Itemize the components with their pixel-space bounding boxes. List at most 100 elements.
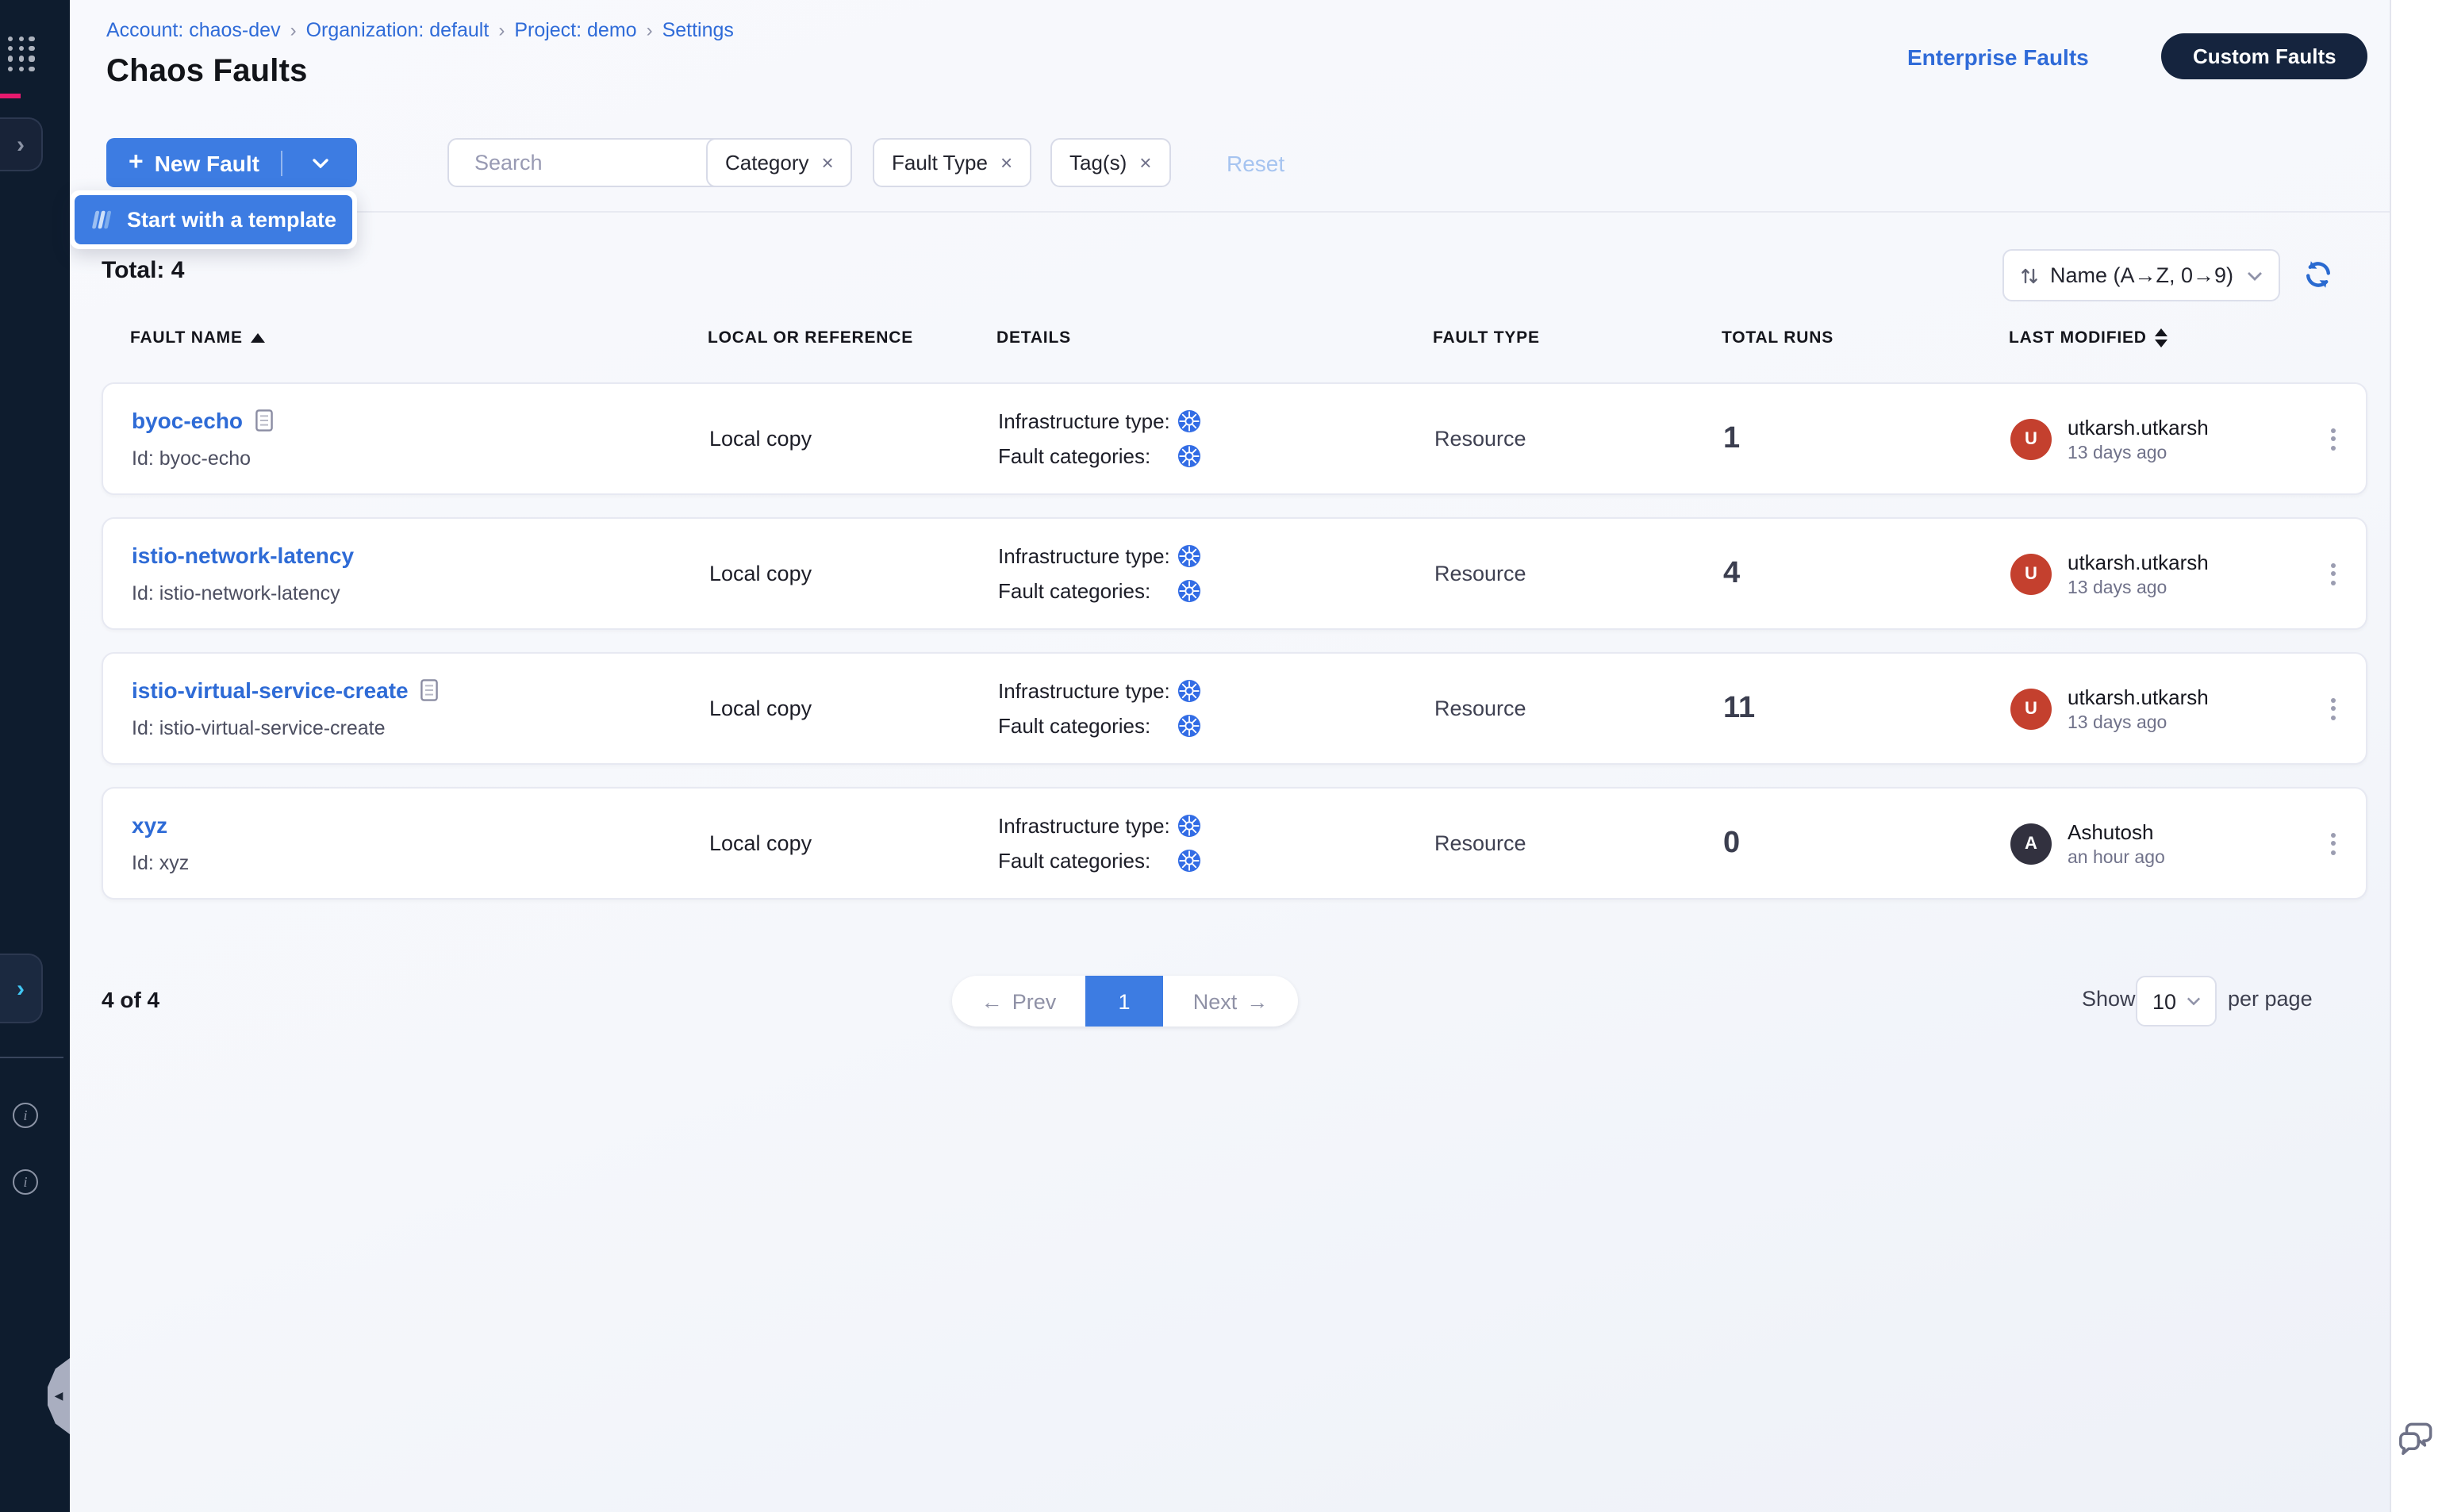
template-icon [89,208,113,232]
modified-time: 13 days ago [2068,578,2209,597]
modified-time: an hour ago [2068,848,2165,867]
breadcrumb-settings-link[interactable]: Settings [662,19,734,41]
chevron-down-icon [2247,271,2263,280]
sort-asc-icon [251,333,265,343]
chevron-separator-icon: › [498,19,505,41]
fault-name-link[interactable]: istio-virtual-service-create [132,677,409,703]
arrow-right-icon: → [1246,989,1268,1013]
fault-name-link[interactable]: istio-network-latency [132,543,354,568]
page-title: Chaos Faults [106,54,308,90]
toolbar-divider [70,211,2390,213]
chevron-down-icon [2186,996,2200,1006]
nav-expand-top-button[interactable]: › [0,117,43,171]
column-header-details: DETAILS [996,328,1433,347]
filter-chip-tags[interactable]: Tag(s) × [1050,138,1170,187]
fault-type-value: Resource [1434,831,1526,855]
left-nav-rail: › › i i ◀ [0,0,70,1512]
local-or-reference-value: Local copy [709,697,812,720]
kubernetes-icon [1177,579,1201,603]
nav-expand-bottom-button[interactable]: › [0,954,43,1023]
support-chat-icon[interactable] [2396,1417,2439,1468]
row-menu-kebab-icon[interactable] [2324,826,2341,861]
row-menu-kebab-icon[interactable] [2324,691,2341,726]
breadcrumb-project-link[interactable]: Project: demo [514,19,636,41]
kubernetes-icon [1177,544,1201,568]
fault-categories-label: Fault categories: [998,714,1177,738]
new-fault-dropdown-toggle[interactable] [283,158,357,167]
start-with-template-menu-item[interactable]: Start with a template [75,195,352,244]
kubernetes-icon [1177,679,1201,703]
fault-name-link[interactable]: xyz [132,812,167,838]
show-label: Show [2082,987,2136,1011]
sort-dropdown[interactable]: Name (A→Z, 0→9) [2002,249,2280,301]
table-row: xyz Id: xyz Local copy Infrastructure ty… [102,787,2367,900]
table-row: byoc-echo Id: byoc-echo Local copy Infra… [102,382,2367,495]
page-number-button[interactable]: 1 [1085,976,1163,1027]
sidebar-collapse-handle[interactable]: ◀ [48,1358,70,1434]
custom-faults-button[interactable]: Custom Faults [2161,33,2368,79]
kubernetes-icon [1177,814,1201,838]
chevron-separator-icon: › [290,19,297,41]
triangle-left-icon: ◀ [55,1391,63,1402]
modified-by: utkarsh.utkarsh [2068,550,2209,574]
fault-id: Id: istio-network-latency [132,582,340,604]
prev-page-button[interactable]: ← Prev [952,976,1085,1027]
chevron-right-icon: › [17,132,25,156]
avatar: U [2010,418,2052,459]
refresh-button[interactable] [2302,259,2334,290]
app-launcher-icon[interactable] [8,36,35,71]
fault-id: Id: byoc-echo [132,447,251,470]
enterprise-faults-link[interactable]: Enterprise Faults [1907,44,2089,70]
per-page-label: per page [2228,987,2313,1011]
column-header-last-modified[interactable]: LAST MODIFIED [2009,328,2298,347]
description-icon[interactable] [421,679,439,701]
row-menu-kebab-icon[interactable] [2324,421,2341,456]
app-window: › › i i ◀ Account: chaos-dev › Organizat… [0,0,2442,1512]
column-header-fault-name[interactable]: FAULT NAME [130,328,708,347]
sidebar-divider [0,1057,63,1058]
fault-categories-label: Fault categories: [998,849,1177,873]
close-icon[interactable]: × [822,152,834,173]
plus-icon: + [129,150,144,175]
infrastructure-type-label: Infrastructure type: [998,409,1177,433]
info-icon[interactable]: i [13,1103,38,1128]
breadcrumb-organization-link[interactable]: Organization: default [306,19,490,41]
local-or-reference-value: Local copy [709,562,812,585]
modified-by: utkarsh.utkarsh [2068,685,2209,708]
total-runs-value: 11 [1723,691,1755,726]
infrastructure-type-label: Infrastructure type: [998,814,1177,838]
table-row: istio-virtual-service-create Id: istio-v… [102,652,2367,765]
chevron-down-icon [312,158,328,167]
breadcrumb-account-link[interactable]: Account: chaos-dev [106,19,281,41]
next-page-button[interactable]: Next → [1163,976,1298,1027]
arrow-left-icon: ← [981,989,1003,1013]
fault-type-value: Resource [1434,562,1526,585]
fault-type-value: Resource [1434,427,1526,451]
page-size-dropdown[interactable]: 10 [2136,976,2217,1027]
description-icon[interactable] [255,409,273,432]
close-icon[interactable]: × [1139,152,1151,173]
filter-chip-label: Tag(s) [1069,151,1127,175]
kubernetes-icon [1177,714,1201,738]
new-fault-dropdown-menu: Start with a template [70,190,357,249]
sort-arrows-icon [2020,266,2039,285]
modified-time: 13 days ago [2068,713,2209,732]
filter-chip-fault-type[interactable]: Fault Type × [873,138,1031,187]
column-header-fault-type: FAULT TYPE [1433,328,1722,347]
page-right-strip [2390,0,2442,1512]
close-icon[interactable]: × [1000,152,1012,173]
pager: ← Prev 1 Next → [952,976,1298,1027]
local-or-reference-value: Local copy [709,831,812,855]
row-menu-kebab-icon[interactable] [2324,556,2341,591]
menu-item-label: Start with a template [127,208,336,232]
new-fault-label: New Fault [155,150,259,175]
kubernetes-icon [1177,409,1201,433]
filter-chip-category[interactable]: Category × [706,138,853,187]
refresh-icon [2302,259,2334,290]
fault-name-link[interactable]: byoc-echo [132,408,243,433]
filter-chip-label: Category [725,151,809,175]
new-fault-button[interactable]: + New Fault [106,138,357,187]
reset-filters-link[interactable]: Reset [1227,151,1284,176]
info-icon[interactable]: i [13,1169,38,1195]
avatar: U [2010,553,2052,594]
